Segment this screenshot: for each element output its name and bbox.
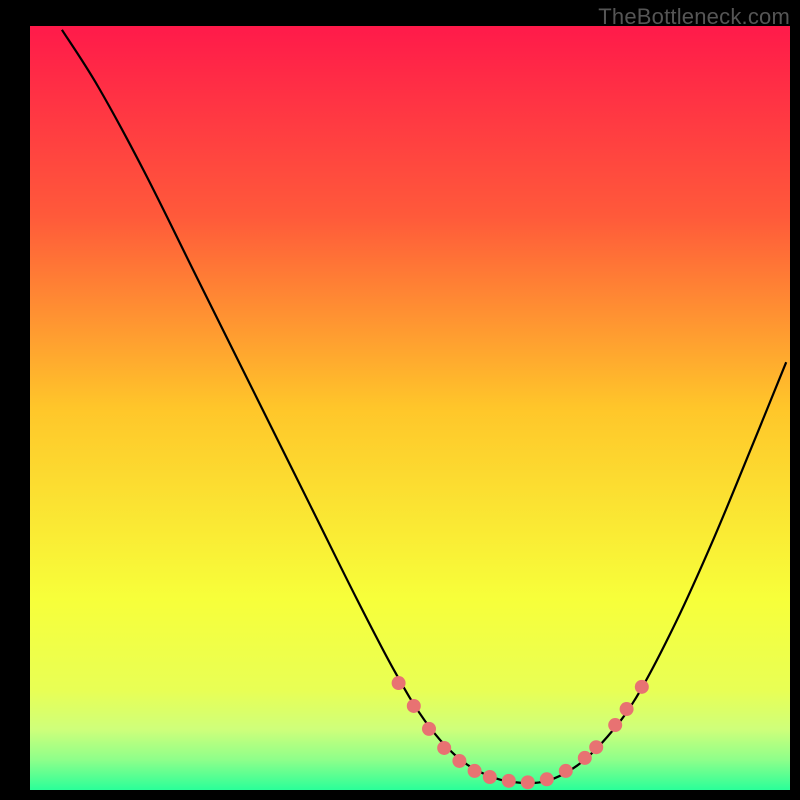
chart-svg — [0, 0, 800, 800]
bottleneck-chart: TheBottleneck.com — [0, 0, 800, 800]
data-marker — [559, 764, 573, 778]
data-marker — [392, 676, 406, 690]
data-marker — [502, 774, 516, 788]
data-marker — [540, 772, 554, 786]
watermark-text: TheBottleneck.com — [598, 4, 790, 30]
data-marker — [483, 770, 497, 784]
data-marker — [468, 764, 482, 778]
data-marker — [437, 741, 451, 755]
data-marker — [578, 751, 592, 765]
data-marker — [422, 722, 436, 736]
data-marker — [635, 680, 649, 694]
data-marker — [452, 754, 466, 768]
gradient-background — [30, 26, 790, 790]
data-marker — [620, 702, 634, 716]
data-marker — [608, 718, 622, 732]
data-marker — [407, 699, 421, 713]
data-marker — [589, 740, 603, 754]
data-marker — [521, 775, 535, 789]
